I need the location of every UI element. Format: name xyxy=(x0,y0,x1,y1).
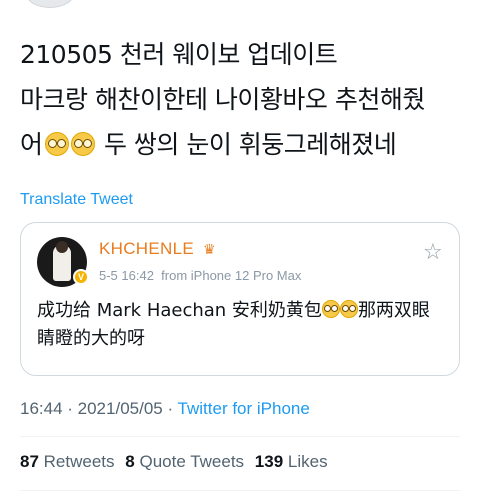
tweet-line: 210505 천러 웨이보 업데이트 xyxy=(20,40,338,69)
divider xyxy=(20,436,460,437)
tweet-line: 어 두 쌍의 눈이 휘둥그레해졌네 xyxy=(20,130,397,159)
divider xyxy=(20,490,460,491)
quoted-author-name[interactable]: KHCHENLE xyxy=(99,239,194,259)
author-avatar[interactable] xyxy=(26,0,74,8)
quoted-text: 成功给 Mark Haechan 安利奶黄包 那两双眼 睛瞪的大的呀 xyxy=(37,300,430,349)
tweet-line: 마크랑 해찬이한테 나이황바오 추천해줬 xyxy=(20,85,425,114)
quote-tweets-stat[interactable]: 8 Quote Tweets xyxy=(125,452,244,471)
quoted-date: 5-5 16:42 xyxy=(99,268,154,283)
verified-badge-icon: V xyxy=(73,269,89,285)
translate-tweet-link[interactable]: Translate Tweet xyxy=(20,191,133,209)
face-with-monocle-icon xyxy=(321,300,340,318)
quoted-tweet[interactable]: V KHCHENLE ♛ 5-5 16:42 from iPhone 12 Pr… xyxy=(20,222,460,376)
face-with-monocle-icon xyxy=(44,132,69,156)
tweet-timestamp: 16:44 · 2021/05/05 · Twitter for iPhone xyxy=(20,399,310,418)
tweet-source-link[interactable]: Twitter for iPhone xyxy=(178,399,310,418)
quoted-tweet-meta: 5-5 16:42 from iPhone 12 Pro Max xyxy=(99,268,301,283)
quoted-source: from iPhone 12 Pro Max xyxy=(161,268,302,283)
star-icon[interactable]: ☆ xyxy=(423,239,443,265)
face-with-monocle-icon xyxy=(70,132,95,156)
face-with-monocle-icon xyxy=(339,300,358,318)
tweet-text: 210505 천러 웨이보 업데이트 마크랑 해찬이한테 나이황바오 추천해줬 … xyxy=(20,32,465,167)
retweets-stat[interactable]: 87 Retweets xyxy=(20,452,115,471)
tweet-stats: 87 Retweets 8 Quote Tweets 139 Likes xyxy=(20,452,334,472)
likes-stat[interactable]: 139 Likes xyxy=(255,452,328,471)
crown-icon: ♛ xyxy=(203,241,216,257)
